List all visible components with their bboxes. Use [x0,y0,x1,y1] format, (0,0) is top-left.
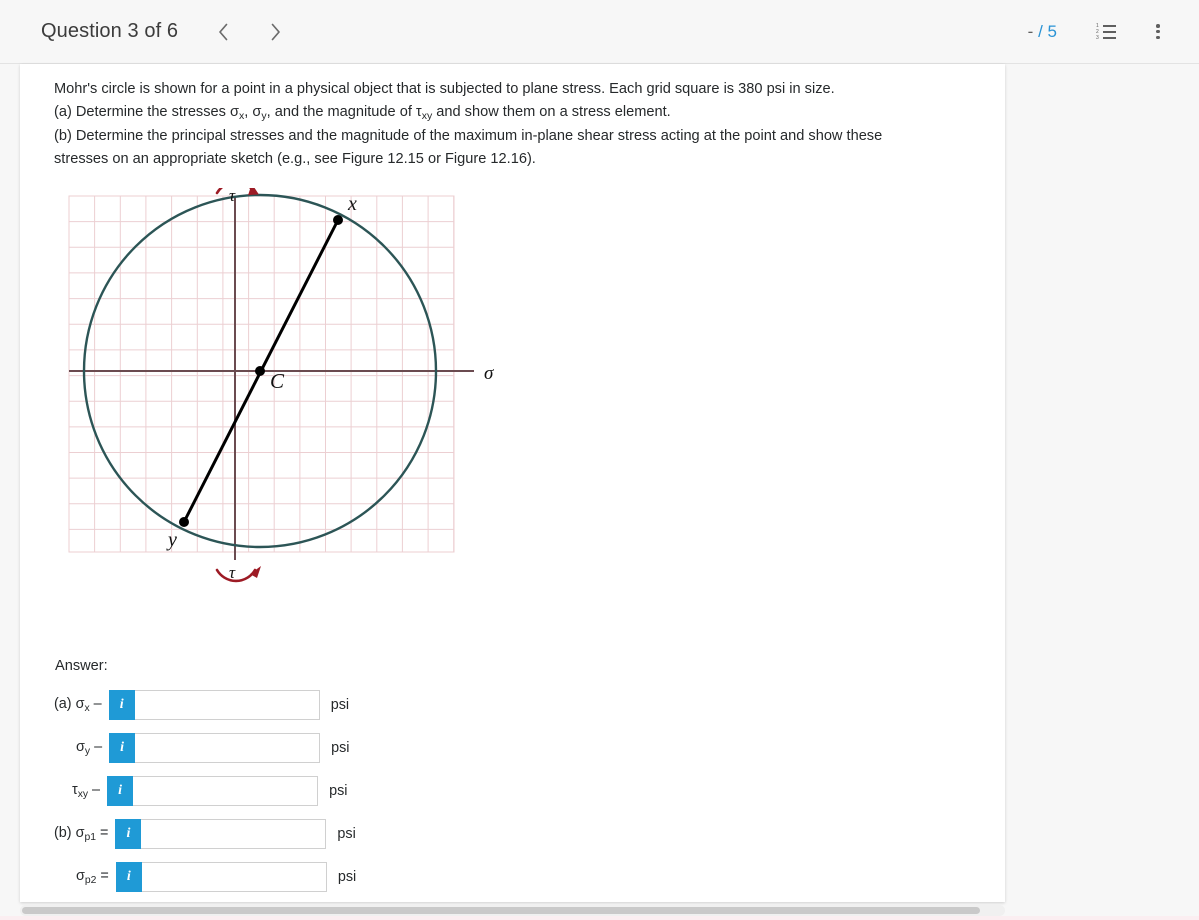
answer-unit-sigma-p1: psi [337,826,356,843]
question-prompt: Mohr's circle is shown for a point in a … [54,78,971,171]
mohrs-circle-svg: x C y σ τ τ [68,188,494,583]
answer-label-equals: = [96,868,109,885]
list-line-3 [1103,36,1116,39]
kebab-menu-icon[interactable] [1143,17,1173,47]
answer-label-subscript: xy [77,789,89,801]
info-icon-sigma-p2[interactable]: i [115,862,142,893]
answer-input-sigma-p2[interactable] [141,862,327,893]
score-total: 5 [1047,21,1057,41]
top-bar: Question 3 of 6 - / 5 1 2 3 [0,0,1199,64]
question-nav [206,15,292,49]
answer-label-sigma-p1: (b) σp1 = [54,825,115,843]
answer-unit-sigma-y: psi [331,740,350,757]
answer-label-sigma-p2: σp2 = [76,868,116,886]
answer-input-sigma-y[interactable] [135,733,321,764]
bottom-edge-strip [0,916,1199,920]
point-c-label: C [270,369,285,393]
answer-label-equals: – [88,782,101,799]
info-icon-sigma-p1[interactable]: i [115,819,142,850]
answer-label-equals: – [90,739,103,756]
answer-label-symbol: σ [76,739,85,756]
tau-bottom-arrow [215,566,261,583]
answer-heading: Answer: [55,658,108,675]
answer-row-sigma-y: σy – i psi [76,733,971,764]
numbered-list-icon[interactable]: 1 2 3 [1091,17,1121,47]
point-y-marker [179,517,189,528]
question-page: Question 3 of 6 - / 5 1 2 3 Mohr's circl… [0,0,1199,920]
answer-input-sigma-p1[interactable] [141,819,327,850]
score-earned: - [1027,21,1034,41]
prompt-line-2: (a) Determine the stresses σx, σy, and t… [54,101,971,125]
scrollbar-thumb[interactable] [22,907,980,914]
answer-unit-tau-xy: psi [329,783,348,800]
prompt-line-2-mid2: , and the magnitude of τ [266,104,422,121]
point-x-marker [333,215,343,226]
top-bar-right: - / 5 1 2 3 [1028,17,1173,47]
page-title: Question 3 of 6 [41,20,179,42]
tau-bottom-label: τ [229,563,236,582]
info-icon-tau-xy[interactable]: i [107,776,134,807]
answer-label-sigma-y: σy – [76,739,109,757]
kebab-dot [1156,24,1160,28]
answer-label-subscript: p2 [84,875,97,887]
answer-input-sigma-x[interactable] [134,690,320,721]
score-display: - / 5 [1028,22,1057,42]
chevron-right-icon[interactable] [258,15,292,49]
prompt-sub-xy: xy [421,110,433,123]
prompt-line-2-post: and show them on a stress element. [432,104,671,121]
info-icon-sigma-x[interactable]: i [108,690,135,721]
answer-input-tau-xy[interactable] [133,776,319,807]
point-y-label: y [166,529,177,551]
sigma-axis-label: σ [484,363,494,384]
prompt-line-4: stresses on an appropriate sketch (e.g.,… [54,151,536,168]
kebab-dot [1156,29,1160,34]
list-number-3: 3 [1096,34,1099,41]
answer-label-prefix: (b) [54,825,76,842]
answer-rows: (a) σx – i psi σy – i psi τxy – i psi (b) σp1 = i p… [54,690,971,920]
answer-unit-sigma-p2: psi [337,869,357,886]
answer-label-symbol: σ [76,868,85,885]
kebab-dot [1156,35,1160,39]
list-line-1 [1103,24,1116,27]
tau-top-label: τ [229,188,236,205]
answer-row-sigma-p2: σp2 = i psi [76,862,971,893]
answer-row-sigma-x: (a) σx – i psi [54,690,971,721]
chevron-left-icon[interactable] [206,15,240,49]
answer-label-sigma-x: (a) σx – [54,696,109,714]
answer-label-prefix: (a) [54,696,76,713]
answer-row-tau-xy: τxy – i psi [72,776,971,807]
info-icon-sigma-y[interactable]: i [109,733,136,764]
prompt-line-2-mid: , σ [244,104,262,121]
question-panel: Mohr's circle is shown for a point in a … [20,64,1005,920]
answer-label-tau-xy: τxy – [72,782,107,800]
list-line-2 [1103,30,1116,33]
answer-label-equals: – [89,696,102,713]
score-slash: / [1038,21,1043,41]
prompt-line-2-pre: (a) Determine the stresses σ [54,104,240,121]
prompt-line-1: Mohr's circle is shown for a point in a … [54,81,835,97]
point-x-label: x [347,193,357,215]
point-c-marker [255,366,265,377]
answer-unit-sigma-x: psi [330,697,350,714]
answer-row-sigma-p1: (b) σp1 = i psi [54,819,971,850]
mohrs-circle-figure: x C y σ τ τ [54,188,554,638]
horizontal-scrollbar[interactable] [20,905,1005,916]
answer-label-subscript: p1 [84,832,97,844]
prompt-line-3: (b) Determine the principal stresses and… [54,127,883,144]
answer-label-equals: = [96,825,109,842]
